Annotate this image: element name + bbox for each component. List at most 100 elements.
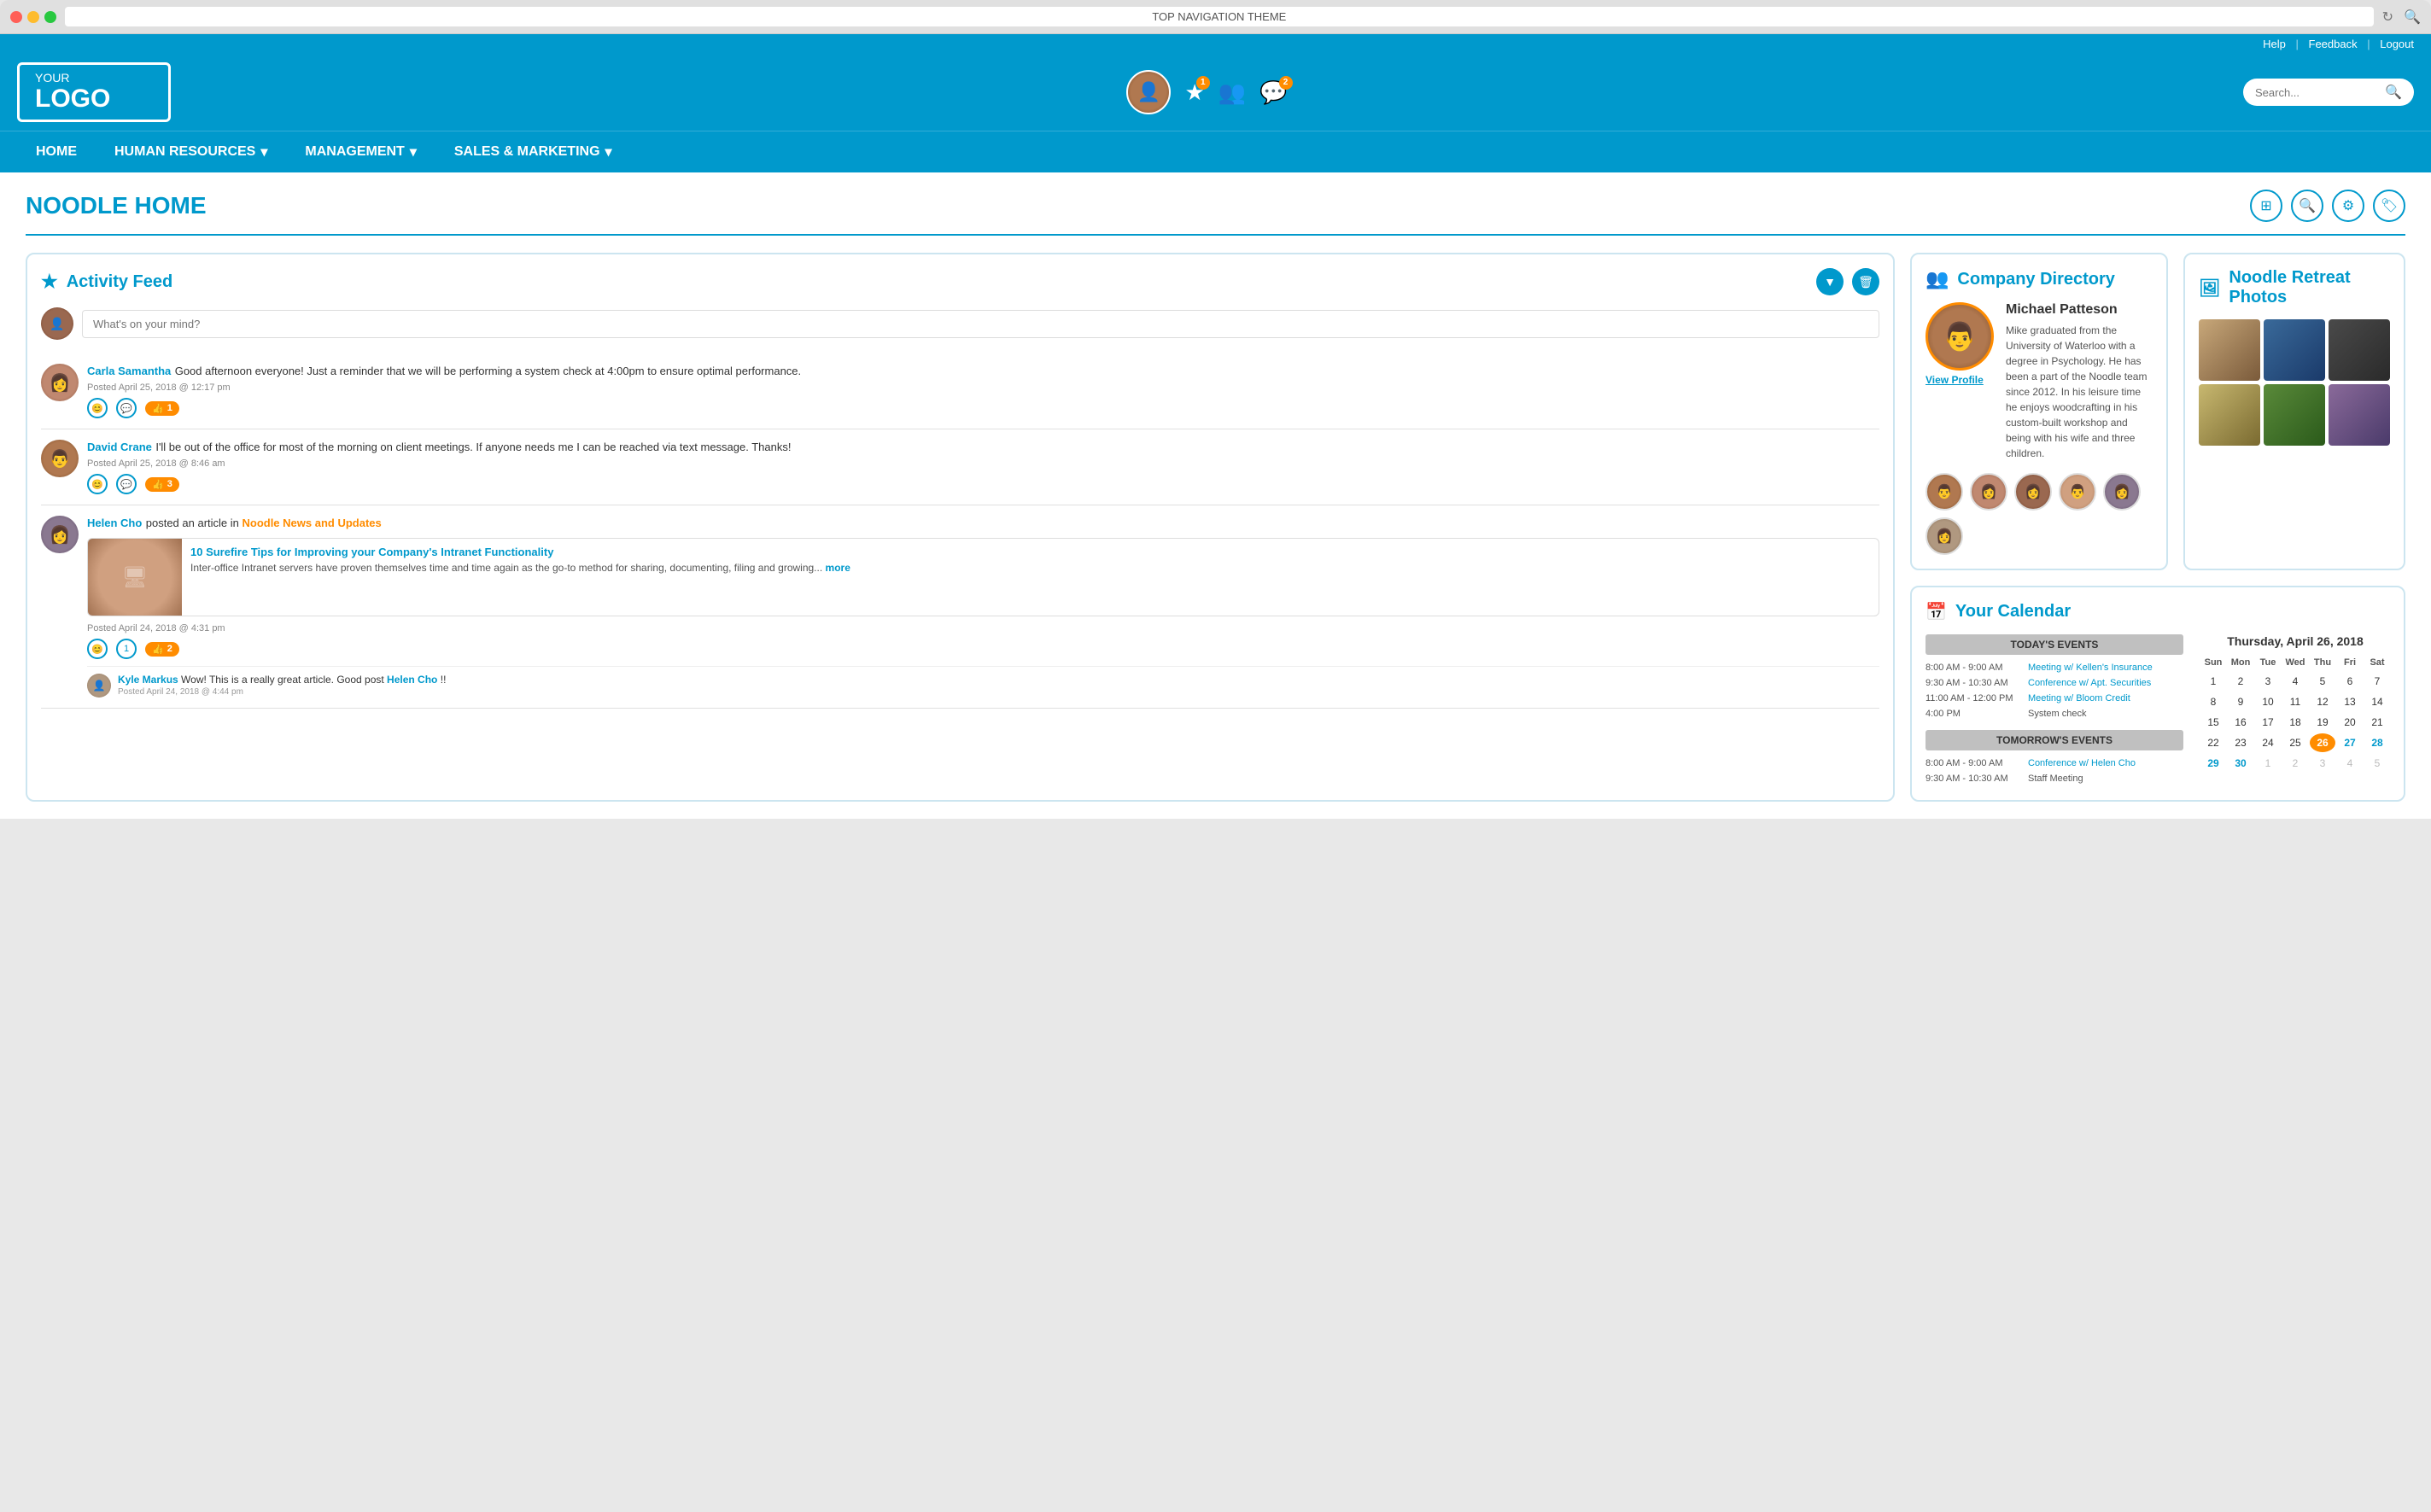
helen-like-btn[interactable]: 👍 2 (145, 642, 179, 657)
carla-name[interactable]: Carla Samantha (87, 365, 171, 377)
cal-day-1[interactable]: 1 (2200, 672, 2226, 691)
filter-icon[interactable]: ▼ (1816, 268, 1844, 295)
event-name-5[interactable]: Conference w/ Helen Cho (2028, 758, 2136, 768)
notifications-icon[interactable]: ★ 1 (1184, 79, 1204, 106)
feedback-link[interactable]: Feedback (2309, 38, 2358, 50)
event-name-3[interactable]: Meeting w/ Bloom Credit (2028, 693, 2130, 703)
people-icon[interactable]: 👥 (1218, 79, 1246, 106)
cal-day-20[interactable]: 20 (2337, 713, 2363, 732)
delete-icon[interactable]: 🗑 (1852, 268, 1879, 295)
nav-home[interactable]: HOME (17, 132, 96, 172)
cal-day-18[interactable]: 18 (2282, 713, 2308, 732)
nav-sales[interactable]: SALES & MARKETING ▾ (435, 131, 631, 172)
helen-name[interactable]: Helen Cho (87, 517, 142, 529)
maximize-dot[interactable] (44, 11, 56, 23)
helen-emoji-btn[interactable]: 😊 (87, 639, 108, 659)
dir-person-6[interactable]: 👩 (1926, 517, 1963, 555)
david-like-btn[interactable]: 👍 3 (145, 477, 179, 492)
cal-day-5[interactable]: 5 (2310, 672, 2335, 691)
close-dot[interactable] (10, 11, 22, 23)
cal-day-10[interactable]: 10 (2255, 692, 2281, 711)
notification-badge: 1 (1196, 76, 1210, 90)
post-input[interactable] (82, 310, 1879, 338)
cal-day-19[interactable]: 19 (2310, 713, 2335, 732)
cal-day-next-5[interactable]: 5 (2364, 754, 2390, 773)
david-emoji-btn[interactable]: 😊 (87, 474, 108, 494)
helen-link-in-comment[interactable]: Helen Cho (387, 674, 437, 686)
photo-3[interactable] (2329, 319, 2390, 381)
cal-day-22[interactable]: 22 (2200, 733, 2226, 752)
logout-link[interactable]: Logout (2380, 38, 2414, 50)
photo-1[interactable] (2199, 319, 2260, 381)
dir-person-3[interactable]: 👩 (2014, 473, 2052, 511)
cal-day-3[interactable]: 3 (2255, 672, 2281, 691)
header: YOUR LOGO 👤 ★ 1 👥 💬 2 🔍 (0, 54, 2431, 131)
today-events-header: TODAY'S EVENTS (1926, 634, 2183, 655)
cal-day-8[interactable]: 8 (2200, 692, 2226, 711)
cal-day-26-today[interactable]: 26 (2310, 733, 2335, 752)
cal-day-13[interactable]: 13 (2337, 692, 2363, 711)
refresh-icon[interactable]: ↻ (2382, 9, 2393, 26)
event-name-2[interactable]: Conference w/ Apt. Securities (2028, 678, 2151, 688)
search-box[interactable]: 🔍 (2243, 79, 2414, 106)
search-input[interactable] (2255, 86, 2378, 99)
nav-hr[interactable]: HUMAN RESOURCES ▾ (96, 131, 286, 172)
dir-person-5[interactable]: 👩 (2103, 473, 2141, 511)
add-widget-icon[interactable]: ⊞ (2250, 190, 2282, 222)
help-link[interactable]: Help (2263, 38, 2286, 50)
kyle-name[interactable]: Kyle Markus (118, 674, 178, 686)
cal-day-25[interactable]: 25 (2282, 733, 2308, 752)
messages-icon[interactable]: 💬 2 (1259, 79, 1287, 106)
event-name-1[interactable]: Meeting w/ Kellen's Insurance (2028, 663, 2153, 673)
cal-day-30[interactable]: 30 (2228, 754, 2253, 773)
photo-6[interactable] (2329, 384, 2390, 446)
michael-avatar-wrapper: 👨 View Profile (1926, 302, 1994, 386)
cal-day-next-1[interactable]: 1 (2255, 754, 2281, 773)
search-browser-icon[interactable]: 🔍 (2404, 9, 2421, 26)
cal-day-27[interactable]: 27 (2337, 733, 2363, 752)
minimize-dot[interactable] (27, 11, 39, 23)
cal-day-2[interactable]: 2 (2228, 672, 2253, 691)
dir-person-2[interactable]: 👩 (1970, 473, 2007, 511)
david-comment-btn[interactable]: 💬 (116, 474, 137, 494)
view-profile-btn[interactable]: View Profile (1926, 374, 1994, 386)
photo-2[interactable] (2264, 319, 2325, 381)
cal-day-23[interactable]: 23 (2228, 733, 2253, 752)
logo[interactable]: YOUR LOGO (17, 62, 171, 122)
photo-5[interactable] (2264, 384, 2325, 446)
david-name[interactable]: David Crane (87, 441, 152, 453)
cal-day-14[interactable]: 14 (2364, 692, 2390, 711)
cal-day-11[interactable]: 11 (2282, 692, 2308, 711)
search-tool-icon[interactable]: 🔍 (2291, 190, 2323, 222)
carla-comment-btn[interactable]: 💬 (116, 398, 137, 418)
helen-comment-count[interactable]: 1 (116, 639, 137, 659)
cal-day-15[interactable]: 15 (2200, 713, 2226, 732)
cal-day-12[interactable]: 12 (2310, 692, 2335, 711)
cal-day-7[interactable]: 7 (2364, 672, 2390, 691)
user-avatar[interactable]: 👤 (1126, 70, 1171, 114)
browser-address-bar[interactable]: TOP NAVIGATION THEME (65, 7, 2374, 26)
nav-management[interactable]: MANAGEMENT ▾ (286, 131, 435, 172)
carla-emoji-btn[interactable]: 😊 (87, 398, 108, 418)
cal-day-next-3[interactable]: 3 (2310, 754, 2335, 773)
cal-day-24[interactable]: 24 (2255, 733, 2281, 752)
article-more-link[interactable]: more (826, 562, 850, 574)
helen-category[interactable]: Noodle News and Updates (242, 517, 381, 529)
dir-person-1[interactable]: 👨 (1926, 473, 1963, 511)
cal-day-6[interactable]: 6 (2337, 672, 2363, 691)
cal-day-9[interactable]: 9 (2228, 692, 2253, 711)
cal-day-17[interactable]: 17 (2255, 713, 2281, 732)
cal-day-29[interactable]: 29 (2200, 754, 2226, 773)
tag-tool-icon[interactable]: 🏷 (2373, 190, 2405, 222)
cal-day-28[interactable]: 28 (2364, 733, 2390, 752)
settings-tool-icon[interactable]: ⚙ (2332, 190, 2364, 222)
cal-day-next-2[interactable]: 2 (2282, 754, 2308, 773)
cal-day-next-4[interactable]: 4 (2337, 754, 2363, 773)
cal-day-4[interactable]: 4 (2282, 672, 2308, 691)
photo-4[interactable] (2199, 384, 2260, 446)
article-title[interactable]: 10 Surefire Tips for Improving your Comp… (190, 546, 850, 558)
dir-person-4[interactable]: 👨 (2059, 473, 2096, 511)
carla-like-btn[interactable]: 👍 1 (145, 401, 179, 416)
cal-day-16[interactable]: 16 (2228, 713, 2253, 732)
cal-day-21[interactable]: 21 (2364, 713, 2390, 732)
